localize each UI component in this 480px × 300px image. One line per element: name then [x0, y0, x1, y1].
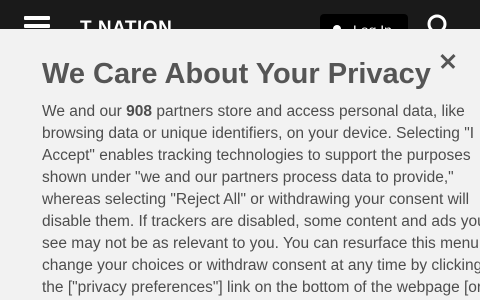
body-line: change your choices or withdraw consent …: [42, 257, 480, 274]
body-line: disable them. If trackers are disabled, …: [42, 213, 480, 230]
body-line: We and our 908 partners store and access…: [42, 103, 465, 120]
body-line: whereas selecting "Reject All" or withdr…: [42, 191, 470, 208]
body-line: browsing data or unique identifiers, on …: [42, 125, 475, 142]
partner-count: 908: [126, 103, 153, 120]
body-line: Accept" enables tracking technologies to…: [42, 147, 471, 164]
body-line: shown under "we and our partners process…: [42, 169, 454, 186]
dialog-body-text: We and our 908 partners store and access…: [42, 101, 480, 299]
dialog-title: We Care About Your Privacy: [42, 58, 431, 90]
body-line: the ["privacy preferences"] link on the …: [42, 279, 480, 296]
body-line: see may not be as relevant to you. You c…: [42, 235, 480, 252]
close-icon[interactable]: [438, 51, 458, 71]
privacy-consent-dialog: We Care About Your Privacy We and our 90…: [0, 29, 480, 300]
